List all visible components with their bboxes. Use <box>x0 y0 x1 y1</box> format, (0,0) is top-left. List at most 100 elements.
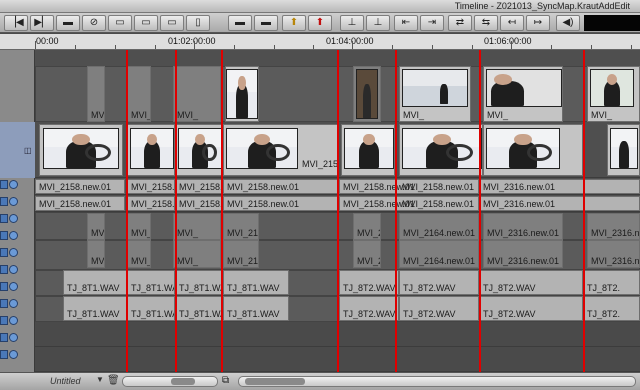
clip[interactable]: MVI_ <box>483 66 563 122</box>
a1-selected-icon[interactable] <box>0 180 8 189</box>
trash-icon[interactable]: 🗑 <box>107 375 120 386</box>
clip[interactable]: TJ_8T1.WAV <box>63 270 127 295</box>
clip[interactable]: MVI_ <box>127 66 151 122</box>
zoom-slider-thumb[interactable] <box>171 378 195 385</box>
clip[interactable]: MVI_ <box>127 213 151 240</box>
clip[interactable]: TJ_8T2.WAV <box>399 270 479 295</box>
clip[interactable]: MVI_ <box>399 66 471 122</box>
clip[interactable]: MVI_2158.new.01 <box>175 179 223 194</box>
clip[interactable]: TJ_8T1.WAV <box>63 296 127 321</box>
clip[interactable] <box>225 66 259 122</box>
a6-selected-icon[interactable] <box>0 265 8 274</box>
a1-monitor-icon[interactable] <box>9 180 18 189</box>
a6-monitor-icon[interactable] <box>9 265 18 274</box>
clear-marks-button[interactable]: ⊘ <box>82 15 106 31</box>
a2-selected-icon[interactable] <box>0 197 8 206</box>
scrollbar-thumb[interactable] <box>245 378 305 385</box>
clip[interactable]: MVI_2158.new.01 <box>175 196 223 211</box>
horizontal-scrollbar[interactable] <box>238 376 636 387</box>
a5-selected-icon[interactable] <box>0 248 8 257</box>
clip[interactable]: TJ_8T1.WA <box>175 270 223 295</box>
a2-monitor-icon[interactable] <box>9 197 18 206</box>
overwrite-button[interactable]: ▭ <box>134 15 158 31</box>
splice-in-button[interactable]: ▭ <box>108 15 132 31</box>
nudge-icon[interactable]: ⇆ <box>474 15 498 31</box>
clip[interactable]: MVI_2158.new.01 <box>127 179 175 194</box>
clip[interactable]: MVI_2316.new.01 <box>483 240 563 268</box>
a4-monitor-icon[interactable] <box>9 231 18 240</box>
segment-lift-button[interactable]: ▬ <box>228 15 252 31</box>
a7-selected-icon[interactable] <box>0 282 8 291</box>
segment-overwrite-button[interactable]: ▬ <box>254 15 278 31</box>
timecode-ruler[interactable]: 00:00 01:02:00:00 01:04:00:00 01:06:00:0… <box>0 34 640 50</box>
audio-speaker-icon[interactable]: ◀) <box>556 15 580 31</box>
mark-in-button[interactable]: ▕◀ <box>4 15 28 31</box>
focus-icon[interactable]: ⧉ <box>222 375 229 386</box>
a3-monitor-icon[interactable] <box>9 214 18 223</box>
lift-button[interactable]: ▭ <box>160 15 184 31</box>
zoom-slider[interactable] <box>122 376 218 387</box>
clip[interactable]: TJ_8T2.WAV <box>399 296 479 321</box>
red-segment-mode-icon[interactable]: ⬆ <box>308 15 332 31</box>
clip[interactable]: MVI_ <box>87 213 105 240</box>
a10-selected-icon[interactable] <box>0 333 8 342</box>
track-monitor-icon[interactable]: ◫ <box>24 146 32 155</box>
clip[interactable] <box>353 66 381 122</box>
clip[interactable]: MVI_2158.new.01 <box>35 179 125 194</box>
clip[interactable]: MVI_216 <box>223 240 259 268</box>
a3-selected-icon[interactable] <box>0 214 8 223</box>
a10-monitor-icon[interactable] <box>9 333 18 342</box>
clip[interactable]: TJ_8T2.WAV <box>479 270 583 295</box>
trim-button[interactable]: ⊥ <box>340 15 364 31</box>
clip[interactable]: MVI_2316.new. <box>587 213 640 240</box>
a9-monitor-icon[interactable] <box>9 316 18 325</box>
clip[interactable]: MVI_ <box>173 213 221 240</box>
clip[interactable]: MVI_ <box>587 66 640 122</box>
a8-selected-icon[interactable] <box>0 299 8 308</box>
clip[interactable]: TJ_8T2.WAV <box>479 296 583 321</box>
clip[interactable]: MVI_2316.new.01 <box>479 179 640 194</box>
clip[interactable] <box>399 124 483 176</box>
clip[interactable] <box>607 124 640 176</box>
clip[interactable]: TJ_8T2. <box>583 270 640 295</box>
a11-monitor-icon[interactable] <box>9 350 18 359</box>
sequence-menu-icon[interactable]: ▼ <box>96 375 104 384</box>
clip[interactable]: TJ_8T2.WAV <box>339 296 399 321</box>
clip[interactable]: MVI_2158.new.01 MVI_2158.new.01 <box>339 196 479 211</box>
clip[interactable]: MVI_2158.new.01 MVI_2158.new.01 <box>339 179 479 194</box>
a8-monitor-icon[interactable] <box>9 299 18 308</box>
clip[interactable]: TJ_8T2.WAV <box>339 270 399 295</box>
clip[interactable]: MVI_2 <box>353 240 381 268</box>
clip[interactable]: MVI_2316.new. <box>587 240 640 268</box>
clip[interactable]: MVI_2158.new.01 <box>127 196 175 211</box>
clip[interactable] <box>341 124 395 176</box>
clip[interactable]: TJ_8T1.WA <box>127 296 175 321</box>
clip[interactable]: MVI_ <box>87 66 105 122</box>
yellow-segment-mode-icon[interactable]: ⬆ <box>282 15 306 31</box>
a4-selected-icon[interactable] <box>0 231 8 240</box>
clip[interactable]: MVI_ <box>173 240 221 268</box>
clip[interactable]: MVI_2158.new.01 <box>35 196 125 211</box>
clip[interactable]: MVI_ <box>173 66 221 122</box>
clip[interactable]: MVI_2316.new.01 <box>479 196 640 211</box>
mark-out-button[interactable]: ▶▏ <box>30 15 54 31</box>
clip[interactable]: MVI_ <box>87 240 105 268</box>
clip[interactable]: MVI_2 <box>353 213 381 240</box>
clip[interactable]: MVI_2164.new.01 <box>399 240 479 268</box>
clip[interactable]: MVI_216 <box>223 213 259 240</box>
clip[interactable] <box>175 124 223 176</box>
extract-button[interactable]: ▯ <box>186 15 210 31</box>
step-forward-icon[interactable]: ⇥ <box>420 15 444 31</box>
match-frame-icon[interactable]: ⇄ <box>448 15 472 31</box>
mark-clip-button[interactable]: ▬ <box>56 15 80 31</box>
clip[interactable]: TJ_8T1.WA <box>127 270 175 295</box>
clip[interactable] <box>39 124 123 176</box>
jump-forward-icon[interactable]: ↦ <box>526 15 550 31</box>
a11-selected-icon[interactable] <box>0 350 8 359</box>
clip[interactable]: MVI_2164.new.01 <box>399 213 479 240</box>
jump-back-icon[interactable]: ↤ <box>500 15 524 31</box>
clip[interactable]: TJ_8T1.WA <box>175 296 223 321</box>
clip[interactable] <box>127 124 175 176</box>
clip[interactable]: MVI_2158.new.01 <box>223 179 339 194</box>
clip[interactable]: TJ_8T1.WAV <box>223 270 289 295</box>
